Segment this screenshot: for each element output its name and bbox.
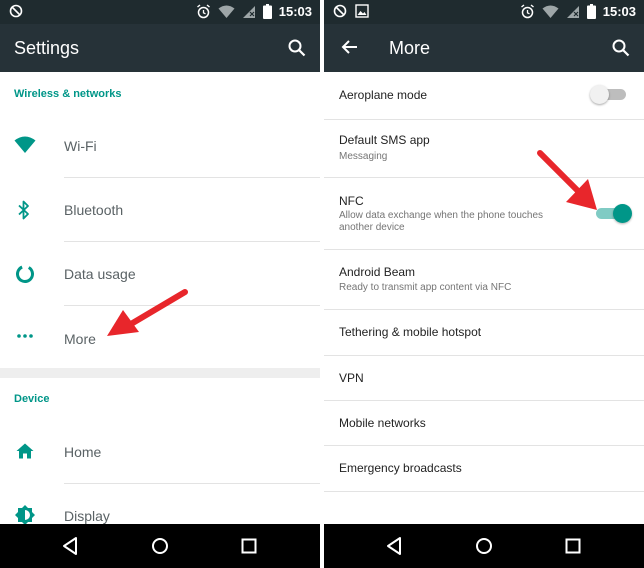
settings-screen: 15:03 Settings Wireless & networks Wi-Fi…: [0, 0, 320, 568]
home-circle-icon[interactable]: [474, 536, 494, 556]
section-gap: [0, 368, 320, 378]
status-bar: 15:03: [0, 0, 320, 24]
settings-item-bluetooth[interactable]: Bluetooth: [0, 178, 320, 242]
settings-item-label: Data usage: [64, 266, 136, 282]
navigation-bar: [324, 524, 644, 568]
data-usage-icon: [16, 265, 34, 283]
app-bar: More: [324, 24, 644, 72]
setting-title: Tethering & mobile hotspot: [339, 325, 482, 339]
setting-emergency-broadcasts[interactable]: Emergency broadcasts: [324, 446, 644, 492]
settings-item-label: Bluetooth: [64, 202, 124, 218]
display-icon: [15, 505, 35, 525]
back-icon[interactable]: [61, 536, 79, 556]
status-time: 15:03: [602, 4, 636, 19]
settings-item-label: More: [64, 331, 96, 347]
app-bar: Settings: [0, 24, 320, 72]
aeroplane-mode-switch[interactable]: [590, 84, 628, 104]
bluetooth-icon: [18, 200, 29, 220]
divider: [324, 491, 644, 492]
settings-item-display[interactable]: Display: [0, 484, 320, 525]
setting-subtitle: Ready to transmit app content via NFC: [339, 282, 512, 293]
no-disturb-icon: [9, 4, 23, 18]
battery-icon: [586, 4, 596, 19]
signal-icon: [566, 5, 579, 18]
setting-title: Aeroplane mode: [339, 88, 428, 102]
setting-title: Emergency broadcasts: [339, 461, 462, 475]
alarm-icon: [520, 4, 534, 19]
recents-icon[interactable]: [564, 537, 582, 555]
section-header-wireless: Wireless & networks: [14, 88, 122, 100]
setting-tethering-hotspot[interactable]: Tethering & mobile hotspot: [324, 310, 644, 356]
settings-item-wifi[interactable]: Wi-Fi: [0, 114, 320, 178]
wifi-icon: [218, 5, 235, 18]
red-arrow-annotation: [107, 289, 188, 336]
home-circle-icon[interactable]: [150, 536, 170, 556]
search-button[interactable]: [610, 37, 632, 64]
setting-vpn[interactable]: VPN: [324, 356, 644, 401]
alarm-icon: [196, 4, 210, 19]
home-icon: [16, 443, 34, 459]
settings-item-label: Display: [64, 508, 110, 524]
page-title: More: [389, 38, 431, 58]
setting-aeroplane-mode[interactable]: Aeroplane mode: [324, 72, 644, 120]
setting-title: Mobile networks: [339, 416, 426, 430]
setting-subtitle: Allow data exchange when the phone touch…: [339, 210, 544, 233]
search-button[interactable]: [286, 37, 308, 64]
search-icon: [288, 39, 306, 57]
page-title: Settings: [14, 38, 80, 58]
section-header-device: Device: [14, 393, 50, 405]
setting-title: Default SMS app: [339, 133, 430, 147]
setting-mobile-networks[interactable]: Mobile networks: [324, 401, 644, 446]
wifi-icon: [14, 136, 36, 153]
no-disturb-icon: [333, 4, 347, 18]
more-dots-icon: [17, 334, 33, 338]
battery-icon: [262, 4, 272, 19]
setting-title: VPN: [339, 371, 364, 385]
setting-android-beam[interactable]: Android Beam Ready to transmit app conte…: [324, 250, 644, 310]
signal-icon: [242, 5, 255, 18]
image-icon: [355, 4, 369, 18]
back-arrow-icon: [341, 40, 357, 54]
settings-item-label: Wi-Fi: [64, 138, 97, 154]
recents-icon[interactable]: [240, 537, 258, 555]
search-icon: [612, 39, 630, 57]
status-bar: 15:03: [324, 0, 644, 24]
settings-item-label: Home: [64, 444, 102, 460]
switch-thumb: [590, 85, 609, 104]
back-button[interactable]: [340, 37, 360, 62]
status-time: 15:03: [278, 4, 312, 19]
wifi-icon: [542, 5, 559, 18]
back-icon[interactable]: [385, 536, 403, 556]
navigation-bar: [0, 524, 320, 568]
more-screen: 15:03 More Aeroplane mode Default SMS ap…: [324, 0, 644, 568]
setting-title: NFC: [339, 194, 364, 208]
setting-title: Android Beam: [339, 265, 416, 279]
switch-thumb: [613, 204, 632, 223]
setting-subtitle: Messaging: [339, 151, 388, 162]
settings-item-home[interactable]: Home: [0, 420, 320, 484]
red-arrow-annotation: [537, 150, 597, 210]
